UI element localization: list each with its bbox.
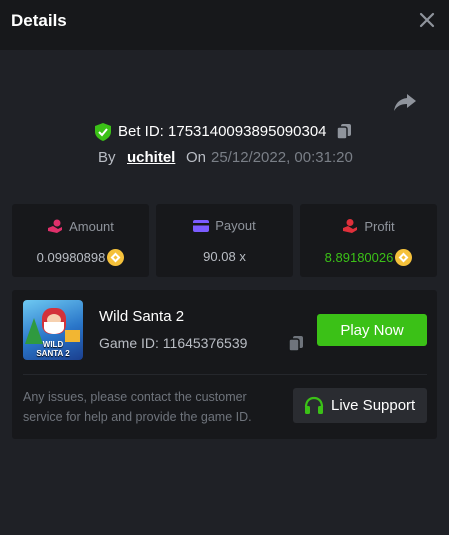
santa-beard-shape <box>44 322 64 334</box>
amount-value-row: 0.09980898 <box>12 249 149 266</box>
play-now-button[interactable]: Play Now <box>317 314 427 346</box>
live-support-label: Live Support <box>331 397 416 414</box>
amount-label-row: Amount <box>12 218 149 234</box>
page-title: Details <box>11 11 67 30</box>
game-name: Wild Santa 2 <box>99 308 185 325</box>
copy-icon[interactable] <box>288 335 305 352</box>
live-support-button[interactable]: Live Support <box>293 388 427 423</box>
shield-check-icon <box>95 123 111 141</box>
thumbnail-logo: WILD SANTA 2 <box>23 340 83 358</box>
hand-money-icon <box>343 219 358 233</box>
game-card: WILD SANTA 2 Wild Santa 2 Game ID: 11645… <box>12 290 437 439</box>
amount-value: 0.09980898 <box>36 250 106 265</box>
copy-icon[interactable] <box>336 123 353 140</box>
bet-datetime: 25/12/2022, 00:31:20 <box>211 149 353 166</box>
hand-coin-icon <box>48 219 63 233</box>
thumbnail-logo-line-2: SANTA 2 <box>36 349 70 358</box>
thumbnail-logo-line-1: WILD <box>42 340 64 349</box>
card-icon <box>193 220 210 232</box>
on-label: On <box>186 149 207 166</box>
amount-card: Amount 0.09980898 <box>12 204 149 277</box>
headset-icon <box>304 396 324 414</box>
profit-label-row: Profit <box>300 218 437 234</box>
payout-card: Payout 90.08 x <box>156 204 293 277</box>
game-id: Game ID: 11645376539 <box>99 335 248 351</box>
by-label: By <box>98 149 116 166</box>
game-thumbnail[interactable]: WILD SANTA 2 <box>23 300 83 360</box>
profit-value: 8.89180026 <box>324 250 394 265</box>
payout-value: 90.08 x <box>203 249 246 264</box>
details-header: Details <box>0 0 449 50</box>
coin-icon <box>395 249 413 266</box>
amount-label: Amount <box>69 219 114 234</box>
profit-label: Profit <box>364 219 395 234</box>
bet-meta-row: By uchitel On 25/12/2022, 00:31:20 <box>0 148 449 168</box>
bet-id-row: Bet ID: 1753140093895090304 <box>0 122 449 142</box>
support-note: Any issues, please contact the customer … <box>23 390 252 424</box>
payout-label-row: Payout <box>156 218 293 233</box>
divider <box>23 374 427 375</box>
bet-id: Bet ID: 1753140093895090304 <box>118 123 327 140</box>
profit-card: Profit 8.89180026 <box>300 204 437 277</box>
share-icon[interactable] <box>393 92 417 112</box>
username-link[interactable]: uchitel <box>127 149 175 166</box>
profit-value-row: 8.89180026 <box>300 249 437 266</box>
coin-icon <box>107 249 125 266</box>
payout-label: Payout <box>215 218 256 233</box>
close-icon[interactable] <box>417 10 437 30</box>
